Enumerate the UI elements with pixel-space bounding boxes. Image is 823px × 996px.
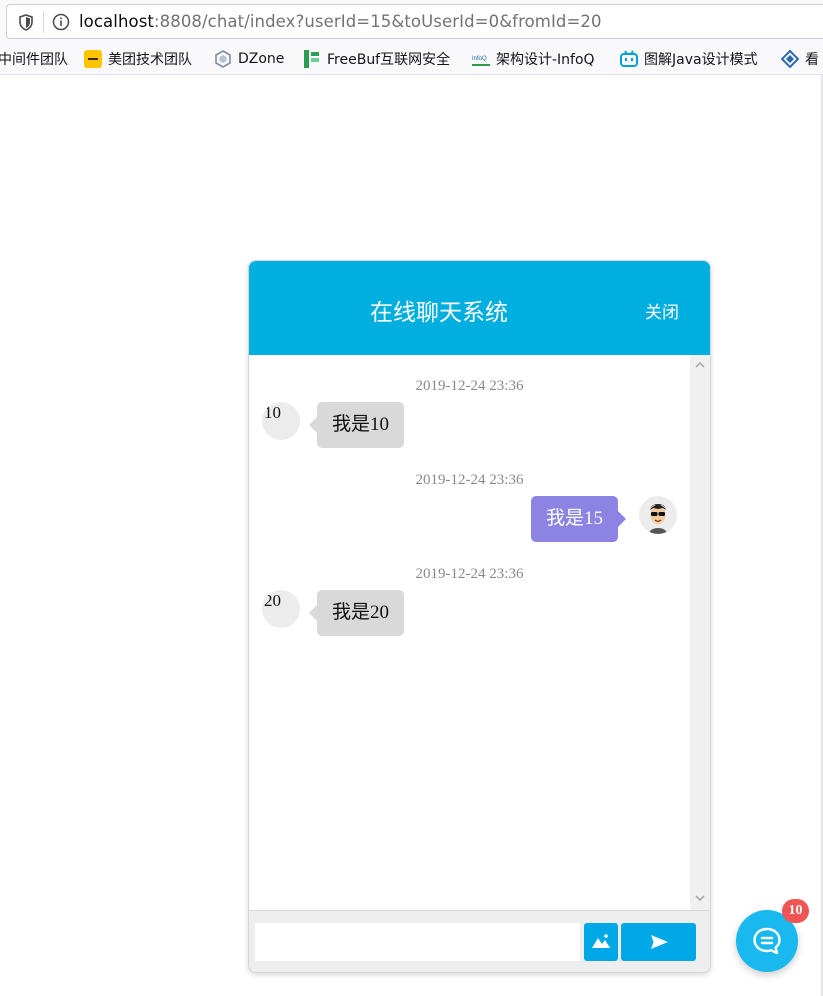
image-icon — [592, 934, 610, 948]
bookmarks-bar: 中间件团队 美团技术团队 DZone FreeBuf互联网安全 InfoQ 架构… — [0, 42, 823, 75]
bookmark-label: 美团技术团队 — [108, 52, 192, 68]
message-scrollbar[interactable] — [690, 355, 710, 910]
bookmark-dzone[interactable]: DZone — [214, 49, 284, 69]
send-button[interactable] — [621, 923, 696, 961]
close-button[interactable]: 关闭 — [645, 298, 679, 323]
bookmark-middleware-team[interactable]: 中间件团队 — [0, 49, 68, 69]
bookmark-label: FreeBuf互联网安全 — [327, 52, 451, 68]
message-timestamp: 2019-12-24 23:36 — [415, 378, 524, 394]
message-bubble-received: 我是10 — [308, 402, 405, 448]
message-input[interactable] — [255, 923, 580, 961]
message-timestamp: 2019-12-24 23:36 — [415, 566, 524, 582]
chat-window: 在线聊天系统 关闭 2019-12-24 23:36 10 我是10 2019-… — [248, 260, 711, 973]
chat-bubble-icon — [753, 927, 781, 955]
avatar: 10 — [262, 402, 300, 440]
freebuf-icon — [304, 50, 319, 68]
address-bar[interactable]: localhost:8808/chat/index?userId=15&toUs… — [6, 4, 823, 39]
browser-toolbar: localhost:8808/chat/index?userId=15&toUs… — [0, 0, 823, 42]
bookmark-meituan[interactable]: 美团技术团队 — [84, 49, 192, 69]
url-text[interactable]: localhost:8808/chat/index?userId=15&toUs… — [79, 12, 602, 31]
bookmark-label: 看 — [805, 52, 819, 68]
avatar-label: 10 — [264, 403, 281, 422]
bookmark-label: DZone — [238, 51, 285, 67]
bookmark-label: 中间件团队 — [0, 52, 68, 68]
meituan-icon — [84, 50, 102, 68]
message-list[interactable]: 2019-12-24 23:36 10 我是10 2019-12-24 23:3… — [249, 355, 710, 910]
shield-icon[interactable] — [18, 14, 34, 31]
avatar-illustration — [639, 496, 677, 534]
address-separator — [43, 11, 44, 33]
unread-badge: 10 — [782, 899, 809, 923]
bookmark-overflow[interactable]: 看 — [781, 49, 819, 69]
bookmark-java-patterns[interactable]: 图解Java设计模式 — [620, 49, 758, 69]
url-path: :8808/chat/index?userId=15&toUserId=0&fr… — [153, 12, 602, 31]
bookmark-infoq[interactable]: InfoQ 架构设计-InfoQ — [472, 49, 595, 69]
chat-composer — [249, 910, 710, 972]
send-icon — [651, 935, 668, 949]
bilibili-icon — [620, 50, 638, 67]
dzone-icon — [215, 50, 231, 68]
message-bubble-sent: 我是15 — [531, 496, 627, 542]
chat-title: 在线聊天系统 — [370, 300, 508, 326]
svg-text:InfoQ: InfoQ — [472, 56, 487, 62]
avatar: 20 — [262, 590, 300, 628]
avatar-label: 20 — [264, 591, 281, 610]
bookmark-label: 架构设计-InfoQ — [496, 52, 595, 68]
image-upload-button[interactable] — [584, 923, 618, 961]
message-bubble-received: 我是20 — [308, 590, 405, 636]
chevron-up-icon[interactable] — [694, 359, 706, 371]
chat-header: 在线聊天系统 关闭 — [249, 261, 710, 355]
bookmark-label: 图解Java设计模式 — [644, 52, 758, 68]
infoq-icon: InfoQ — [472, 56, 490, 66]
bookmark-freebuf[interactable]: FreeBuf互联网安全 — [303, 49, 450, 69]
diamond-icon — [781, 50, 799, 68]
message-timestamp: 2019-12-24 23:36 — [415, 472, 524, 488]
url-host: localhost — [79, 12, 154, 31]
chevron-down-icon[interactable] — [694, 892, 706, 904]
info-icon[interactable] — [52, 13, 70, 31]
user-sunglasses-avatar-icon — [639, 496, 677, 534]
